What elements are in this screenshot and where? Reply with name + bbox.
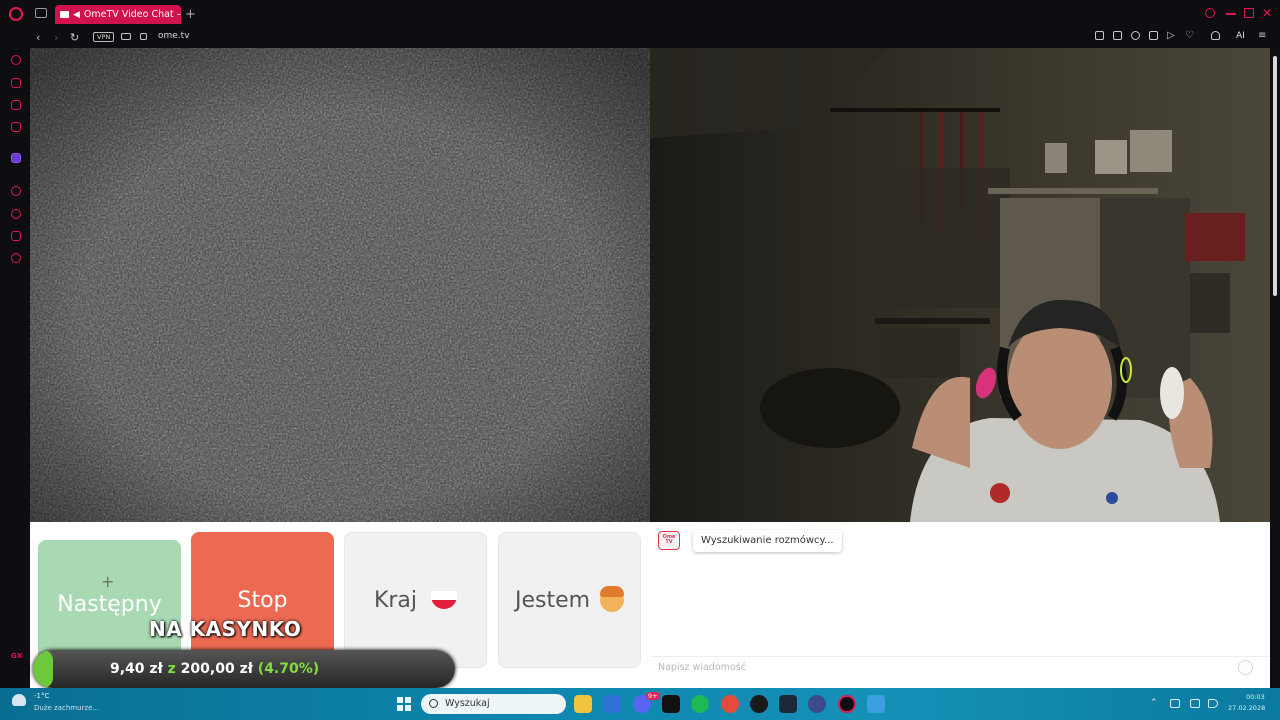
tray-chevron-icon[interactable]: ⌃ [1150, 698, 1158, 708]
gender-button[interactable]: Jestem [498, 532, 641, 668]
volume-icon[interactable] [1208, 699, 1218, 708]
tab-ometv[interactable]: ◀ OmeTV Video Chat — [55, 5, 181, 24]
back-icon[interactable]: ‹ [36, 31, 40, 44]
remote-video-scene [650, 48, 1270, 522]
weather-cloud-icon[interactable] [12, 694, 26, 706]
country-button[interactable]: Kraj [344, 532, 487, 668]
goal-target: 200,00 zł [180, 661, 253, 677]
next-button-label: Następny [57, 591, 162, 617]
local-video-static [30, 48, 650, 522]
overlay-headline: NA KASYNKO [149, 617, 302, 641]
tab-favicon-icon [60, 11, 69, 18]
search-icon[interactable] [1205, 8, 1215, 18]
search-icon [429, 699, 438, 708]
browser-sidebar [0, 48, 30, 688]
url-field[interactable]: ome.tv [158, 31, 190, 41]
vpn-badge[interactable]: VPN [93, 32, 115, 42]
pin-icon[interactable] [1095, 31, 1104, 40]
address-bar [0, 28, 1280, 48]
network-icon[interactable] [1190, 699, 1200, 708]
snapshot-icon[interactable] [1113, 31, 1122, 40]
taskbar-search[interactable] [421, 694, 566, 714]
capcut-icon[interactable] [662, 695, 680, 713]
donation-goal-text: 9,40 zł z 200,00 zł (4.70%) [110, 661, 319, 677]
emoji-icon[interactable] [1238, 660, 1253, 675]
gx-app-icon[interactable] [750, 695, 768, 713]
remote-video [650, 48, 1270, 522]
heart-icon[interactable]: ♡ [1185, 31, 1194, 41]
spotify-icon[interactable] [691, 695, 709, 713]
steam-icon[interactable] [779, 695, 797, 713]
clock-date[interactable]: 27.02.2028 [1228, 704, 1265, 712]
twitch-icon[interactable] [11, 153, 21, 163]
translate-icon[interactable] [1149, 31, 1158, 40]
message-input-bar [650, 656, 1270, 682]
scroll-thumb[interactable] [1273, 56, 1277, 296]
stop-button[interactable]: Stop [191, 532, 334, 668]
donation-goal-fill [33, 650, 53, 688]
new-tab-button[interactable]: + [185, 7, 196, 22]
player-icon[interactable] [11, 186, 21, 196]
opera-gx-logo-icon[interactable] [9, 7, 23, 21]
speaker-icon[interactable]: ◀ [73, 10, 80, 20]
chrome-icon[interactable] [721, 695, 739, 713]
next-button[interactable]: Następny [38, 540, 181, 668]
plus-icon: + [101, 572, 115, 591]
camera-icon[interactable] [121, 33, 131, 40]
menu-icon[interactable]: ≡ [1258, 31, 1267, 41]
reload-icon[interactable]: ↻ [70, 31, 79, 44]
poland-flag-icon [431, 591, 458, 609]
app-icon[interactable] [808, 695, 826, 713]
ometv-logo-icon: Ome TV [658, 531, 680, 550]
windows-start-icon[interactable] [397, 697, 411, 711]
gx-label: GX [11, 652, 23, 660]
discord-badge: 9+ [646, 692, 660, 700]
play-icon[interactable]: ▷ [1167, 31, 1176, 41]
forward-icon[interactable]: › [54, 31, 58, 44]
stop-button-label: Stop [237, 587, 288, 613]
message-input[interactable] [658, 662, 1218, 673]
gender-button-label: Jestem [514, 587, 591, 613]
goal-current: 9,40 zł [110, 661, 163, 677]
weather-temp: -1°C [34, 692, 50, 700]
file-explorer-icon[interactable] [574, 695, 592, 713]
goal-separator: z [167, 661, 176, 677]
close-icon[interactable]: ✕ [1262, 7, 1274, 19]
clock-time[interactable]: 00:03 [1246, 693, 1265, 701]
tray-app-icon[interactable] [1170, 699, 1180, 708]
status-message: Wyszukiwanie rozmówcy... [693, 530, 842, 552]
goal-percent: (4.70%) [257, 661, 320, 677]
opera-gx-taskbar-icon[interactable] [838, 695, 856, 713]
maximize-icon[interactable] [1244, 8, 1254, 18]
taskbar-search-label: Wyszukaj [445, 698, 490, 709]
minimize-icon[interactable] [1226, 13, 1236, 15]
bag-icon[interactable] [11, 78, 21, 88]
lock-icon [140, 33, 147, 40]
boy-avatar-icon [600, 586, 625, 612]
extensions-icon[interactable] [11, 231, 21, 241]
settings-icon[interactable] [11, 253, 21, 263]
history-icon[interactable] [11, 55, 21, 65]
profile-icon[interactable] [1211, 31, 1220, 40]
clock-icon[interactable] [11, 209, 21, 219]
news-icon[interactable] [11, 122, 21, 132]
aria-ai-button[interactable]: AI [1236, 31, 1245, 41]
editor-icon[interactable] [867, 695, 885, 713]
tab-title: OmeTV Video Chat — [83, 9, 181, 20]
weather-desc: Duże zachmurze... [34, 704, 100, 712]
static-noise-graphic [30, 48, 650, 522]
workspaces-icon[interactable] [35, 8, 47, 18]
messenger-icon[interactable] [11, 100, 21, 110]
store-icon[interactable] [603, 695, 621, 713]
adblock-icon[interactable] [1131, 31, 1140, 40]
country-button-label: Kraj [373, 587, 418, 613]
